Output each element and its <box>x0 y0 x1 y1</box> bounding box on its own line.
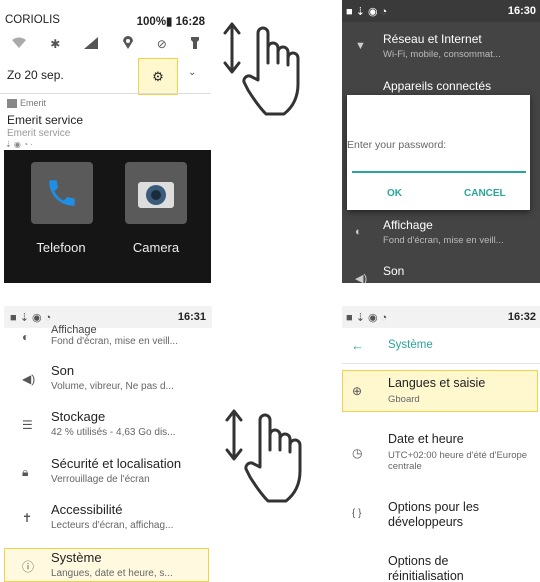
settings-row-date-time[interactable]: ◷ Date et heure UTC+02:00 heure d'été d'… <box>342 426 540 480</box>
row-subtitle: Verrouillage de l'écran <box>51 474 150 485</box>
info-icon: ⓘ <box>22 560 35 574</box>
settings-row-security[interactable]: 🔒︎ Sécurité et localisation Verrouillage… <box>4 455 212 491</box>
brightness-icon: ◐ <box>22 330 30 344</box>
status-time: 16:30 <box>507 5 536 17</box>
status-bar: ■ ⇣ ◉ ◔ 16:32 <box>342 306 540 328</box>
cancel-button[interactable]: CANCEL <box>464 188 506 199</box>
settings-row-display[interactable]: ◐ Affichage Fond d'écran, mise en veill.… <box>4 324 212 354</box>
accessibility-icon: ✝ <box>22 511 33 525</box>
mini-status-icons: ⇣ ◉ ◔ · <box>5 140 33 149</box>
settings-row-display[interactable]: ◐ Affichage Fond d'écran, mise en veill.… <box>342 214 540 250</box>
status-time: 16:31 <box>177 311 206 323</box>
app-label-phone: Telefoon <box>36 240 86 255</box>
system-settings-panel: ■ ⇣ ◉ ◔ 16:32 ← Système ⊕ Langues et sai… <box>342 306 540 582</box>
row-title: Affichage <box>383 218 433 232</box>
brightness-icon: ◐ <box>355 226 362 238</box>
settings-row-sound[interactable]: ◀) Son Volume, vibreur, Ne pas d... <box>4 362 212 398</box>
gear-icon: ⚙ <box>152 68 164 84</box>
row-title: Son <box>383 264 405 278</box>
flashlight-toggle-icon[interactable] <box>190 36 199 52</box>
status-icons: ■ ⇣ ◉ ◔ <box>10 311 52 324</box>
camera-app-icon[interactable] <box>125 162 187 224</box>
status-icons: ■ ⇣ ◉ ◔ <box>346 311 388 324</box>
settings-row-network[interactable]: ▼ Réseau et Internet Wi-Fi, mobile, cons… <box>342 30 540 66</box>
row-title: Options pour les développeurs <box>388 500 480 529</box>
row-title: Options de réinitialisation <box>388 554 464 582</box>
settings-row-sound[interactable]: ◀) Son <box>342 262 540 283</box>
volume-icon: ◀) <box>355 273 368 283</box>
settings-row-storage[interactable]: ☰ Stockage 42 % utilisés - 4,63 Go dis..… <box>4 408 212 444</box>
row-subtitle: Gboard <box>388 394 420 405</box>
notification-app-name: Emerit <box>20 98 47 108</box>
row-subtitle: Wi-Fi, mobile, consommat... <box>383 49 501 60</box>
password-dialog-panel: ■ ⇣ ◉ ◔ 16:30 ▼ Réseau et Internet Wi-Fi… <box>342 0 540 283</box>
bluetooth-toggle-icon[interactable]: ✱ <box>50 37 60 51</box>
settings-row-languages[interactable]: ⊕ Langues et saisie Gboard <box>342 372 540 412</box>
row-subtitle: UTC+02:00 heure d'été d'Europe centrale <box>388 450 528 472</box>
settings-row-developer-options[interactable]: { } Options pour les développeurs <box>342 496 540 536</box>
row-subtitle: Volume, vibreur, Ne pas d... <box>51 381 174 392</box>
code-icon: { } <box>352 508 362 519</box>
settings-row-reset-options[interactable]: Options de réinitialisation <box>342 548 540 582</box>
volume-icon: ◀) <box>22 372 36 386</box>
storage-icon: ☰ <box>22 418 33 432</box>
notification-title[interactable]: Emerit service <box>7 113 83 127</box>
page-title: Système <box>388 339 433 351</box>
row-subtitle: Fond d'écran, mise en veill... <box>383 235 504 246</box>
row-subtitle: 42 % utilisés - 4,63 Go dis... <box>51 427 176 438</box>
divider <box>0 93 211 94</box>
settings-row-accessibility[interactable]: ✝ Accessibilité Lecteurs d'écran, affich… <box>4 501 212 537</box>
location-toggle-icon[interactable] <box>122 36 133 52</box>
app-label-camera: Camera <box>132 240 180 255</box>
row-title: Système <box>51 550 102 565</box>
chevron-down-icon[interactable]: ⌄ <box>188 67 196 78</box>
back-arrow-icon[interactable]: ← <box>351 338 364 353</box>
row-subtitle: Fond d'écran, mise en veill... <box>51 336 178 347</box>
carrier-label: CORIOLIS <box>5 14 60 26</box>
row-title: Date et heure <box>388 432 464 446</box>
swipe-gesture-icon <box>224 405 314 510</box>
phone-app-icon[interactable] <box>31 162 93 224</box>
lock-icon: 🔒︎ <box>22 465 29 479</box>
globe-icon: ⊕ <box>352 384 363 398</box>
clock-icon: ◷ <box>352 446 363 460</box>
row-title: Réseau et Internet <box>383 32 482 46</box>
row-subtitle: Langues, date et heure, s... <box>51 568 173 579</box>
row-title: Sécurité et localisation <box>51 456 182 471</box>
wifi-icon: ▼ <box>355 40 366 52</box>
settings-row-system[interactable]: ⓘ Système Langues, date et heure, s... <box>4 548 212 582</box>
quick-settings-row: ✱ ⊘ <box>0 34 211 54</box>
password-input[interactable]: Enter your password: <box>347 139 446 151</box>
wifi-toggle-icon[interactable] <box>12 37 27 52</box>
date-label: Zo 20 sep. <box>7 68 64 82</box>
settings-list-panel: ■ ⇣ ◉ ◔ 16:31 ◐ Affichage Fond d'écran, … <box>4 306 212 582</box>
mobile-data-toggle-icon[interactable] <box>84 36 99 52</box>
app-bar: ← Système <box>342 328 540 364</box>
status-bar: ■ ⇣ ◉ ◔ 16:31 <box>4 306 212 328</box>
status-icons: ■ ⇣ ◉ ◔ <box>346 5 388 18</box>
app-icon <box>7 99 17 109</box>
status-time: 16:32 <box>507 311 536 323</box>
swipe-gesture-icon <box>222 18 312 123</box>
notification-shade-panel: CORIOLIS 100%▮ 16:28 ✱ ⊘ Zo 20 sep. ⚙ ⌄ … <box>0 0 211 283</box>
rotate-toggle-icon[interactable]: ⊘ <box>157 37 167 51</box>
row-title: Accessibilité <box>51 502 123 517</box>
password-dialog: Enter your password: OK CANCEL <box>347 95 530 210</box>
notification-header: Emerit <box>7 98 47 109</box>
settings-button[interactable]: ⚙ <box>138 58 178 95</box>
battery-time: 100%▮ 16:28 <box>136 16 205 28</box>
input-underline <box>352 171 526 173</box>
row-title: Langues et saisie <box>388 376 486 390</box>
row-title: Son <box>51 363 75 378</box>
ok-button[interactable]: OK <box>387 188 402 199</box>
row-subtitle: Lecteurs d'écran, affichag... <box>51 520 174 531</box>
status-bar: ■ ⇣ ◉ ◔ 16:30 <box>342 0 540 22</box>
settings-row-devices[interactable]: Appareils connectés <box>342 76 540 96</box>
notification-text: Emerit service <box>7 128 71 136</box>
row-title: Appareils connectés <box>383 79 492 93</box>
row-title-partial: Affichage <box>51 324 97 336</box>
row-title: Stockage <box>51 409 106 424</box>
